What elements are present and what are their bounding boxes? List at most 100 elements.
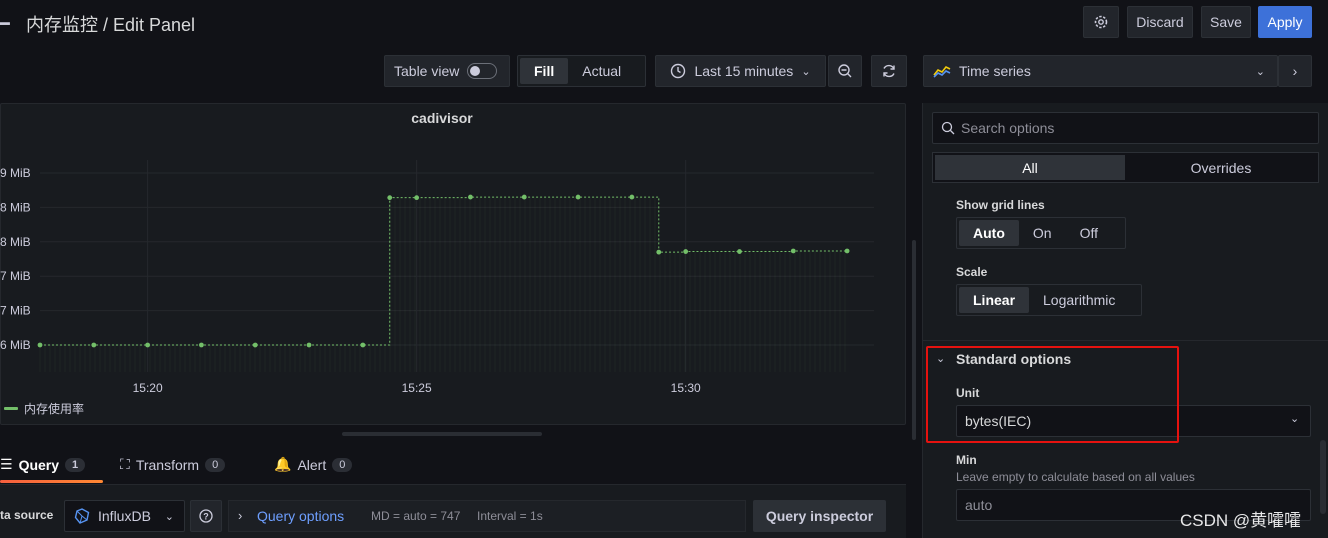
collapse-options-button[interactable]: › [1278, 55, 1312, 87]
scale-segmented: Linear Logarithmic [956, 284, 1142, 316]
grid-lines-label: Show grid lines [956, 198, 1045, 212]
interval-info: Interval = 1s [477, 509, 543, 523]
tab-all[interactable]: All [935, 155, 1125, 180]
data-point [683, 249, 689, 254]
x-tick-label: 15:25 [402, 381, 432, 395]
grid-lines-segmented: Auto On Off [956, 217, 1126, 249]
question-icon: ? [199, 509, 213, 523]
time-series-icon [933, 65, 951, 78]
active-tab-indicator [0, 480, 103, 483]
data-point [414, 195, 420, 201]
data-point [37, 342, 43, 348]
highlight-annotation [926, 346, 1179, 443]
search-icon [941, 121, 955, 135]
data-point [629, 194, 635, 200]
fill-option[interactable]: Fill [520, 58, 569, 84]
chevron-right-icon: › [1292, 63, 1298, 79]
data-point [737, 249, 742, 254]
data-point [360, 342, 366, 348]
min-description: Leave empty to calculate based on all va… [956, 470, 1195, 484]
transform-icon: ⛶ [120, 456, 130, 472]
chevron-down-icon: ⌄ [164, 510, 174, 523]
time-range-label: Last 15 minutes [694, 63, 794, 79]
legend-label[interactable]: 内存使用率 [24, 400, 84, 417]
data-point [145, 342, 151, 348]
back-arrow-icon[interactable]: ━ [0, 14, 12, 33]
x-tick-label: 15:20 [133, 381, 163, 395]
data-point [844, 248, 850, 254]
query-inspector-button[interactable]: Query inspector [753, 500, 886, 532]
tab-transform[interactable]: ⛶ Transform 0 [120, 456, 226, 473]
data-point [468, 194, 473, 200]
tab-overrides[interactable]: Overrides [1126, 155, 1316, 180]
page-title: 内存监控 / Edit Panel [26, 15, 196, 35]
x-tick-label: 15:30 [671, 381, 701, 395]
scale-label: Scale [956, 265, 988, 279]
influxdb-icon [74, 508, 90, 524]
apply-button[interactable]: Apply [1258, 6, 1312, 38]
visualization-picker[interactable]: Time series ⌄ [923, 55, 1278, 87]
divider [923, 340, 1328, 341]
gear-icon [1094, 15, 1108, 29]
zoom-out-button[interactable] [828, 55, 862, 87]
y-tick-label: 6 MiB [0, 338, 31, 352]
chart-area: 9 MiB 8 MiB 8 MiB 7 MiB 7 MiB 6 MiB 15:20 15:25… [0, 160, 874, 395]
discard-button[interactable]: Discard [1127, 6, 1193, 38]
y-tick-label: 8 MiB [0, 235, 31, 249]
table-view-label: Table view [394, 63, 460, 79]
chevron-down-icon: ⌄ [1290, 413, 1300, 425]
table-view-toggle[interactable]: Table view [384, 55, 510, 87]
panel-title: cadivisor [411, 110, 473, 126]
scrollbar[interactable] [912, 240, 916, 440]
panel-resize-handle[interactable] [342, 432, 542, 436]
database-icon: ☰ [0, 456, 13, 472]
data-point [199, 342, 204, 348]
fill-actual-segmented: Fill Actual [517, 55, 646, 87]
series-line [40, 196, 848, 346]
chevron-down-icon: ⌄ [801, 65, 811, 78]
scale-linear-option[interactable]: Linear [959, 287, 1030, 313]
min-label: Min [956, 453, 977, 467]
save-button[interactable]: Save [1201, 6, 1251, 38]
tab-query[interactable]: ☰ Query 1 [0, 456, 86, 473]
data-point [91, 342, 97, 348]
bell-icon: 🔔 [274, 456, 292, 472]
chevron-right-icon: › [238, 508, 243, 523]
legend-swatch[interactable] [4, 407, 18, 410]
grid-on-option[interactable]: On [1019, 220, 1066, 246]
time-range-picker[interactable]: Last 15 minutes ⌄ [655, 55, 826, 87]
y-tick-label: 7 MiB [0, 269, 31, 283]
data-point [306, 342, 312, 348]
clock-icon [671, 63, 686, 79]
zoom-out-icon [838, 64, 852, 78]
query-options-label[interactable]: Query options [257, 508, 344, 524]
refresh-button[interactable] [871, 55, 907, 87]
tab-alert[interactable]: 🔔 Alert 0 [274, 456, 353, 473]
y-tick-label: 8 MiB [0, 200, 31, 214]
help-button[interactable]: ? [190, 500, 222, 532]
datasource-name: InfluxDB [98, 508, 151, 524]
options-scrollbar[interactable] [1320, 440, 1326, 514]
min-placeholder: auto [965, 497, 993, 513]
refresh-icon [883, 64, 895, 78]
datasource-picker[interactable]: InfluxDB ⌄ [64, 500, 185, 532]
settings-button[interactable] [1083, 6, 1119, 38]
watermark: CSDN @黄嚯嚯 [1180, 511, 1302, 530]
scale-log-option[interactable]: Logarithmic [1029, 287, 1129, 313]
svg-text:?: ? [203, 512, 209, 522]
data-source-label: ta source [0, 508, 54, 522]
y-tick-label: 7 MiB [0, 304, 31, 318]
toggle-switch[interactable] [467, 63, 498, 79]
visualization-label: Time series [959, 63, 1031, 79]
y-tick-label: 9 MiB [0, 166, 31, 180]
grid-auto-option[interactable]: Auto [959, 220, 1019, 246]
chevron-down-icon: ⌄ [1255, 65, 1265, 78]
data-point [521, 194, 527, 200]
actual-option[interactable]: Actual [568, 58, 635, 84]
grid-off-option[interactable]: Off [1066, 220, 1112, 246]
data-point [656, 249, 662, 255]
max-data-points-info: MD = auto = 747 [371, 509, 461, 523]
data-point [252, 342, 258, 348]
search-placeholder: Search options [961, 120, 1055, 136]
data-point [790, 248, 796, 254]
